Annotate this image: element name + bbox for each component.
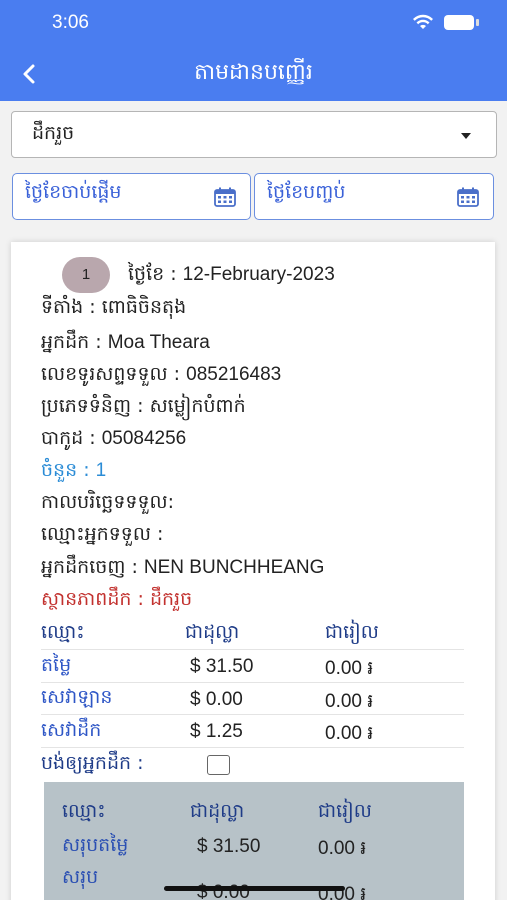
fee-row-usd: $ 31.50 — [190, 656, 254, 677]
wifi-icon — [413, 14, 433, 29]
battery-icon — [444, 15, 474, 30]
status-select-value: ដឹករួច — [32, 122, 75, 144]
table-divider — [41, 649, 464, 650]
barcode-value: 05084256 — [101, 428, 187, 449]
summary-row-usd: $ 0.00 — [197, 882, 250, 900]
status-bar: 3:06 — [0, 0, 507, 48]
fee-row-usd: $ 1.25 — [190, 721, 243, 742]
receive-date-label: កាលបរិច្ឆេទទទួល: — [41, 491, 175, 513]
page-title: តាមដានបញ្ញើរ — [194, 60, 313, 85]
home-indicator — [164, 886, 345, 891]
fee-row-riel: 0.00 ៛ — [325, 658, 374, 679]
fee-row-name: សេវាដឹក — [41, 719, 102, 741]
fees-header-riel: ជារៀល — [325, 621, 379, 643]
carrier-label: អ្នកដឹក : — [41, 331, 108, 353]
type-value: សម្លៀកបំពាក់ — [149, 395, 246, 417]
phone-value: 085216483 — [186, 364, 282, 385]
summary-row-usd: $ 31.50 — [197, 836, 261, 857]
barcode-label: បាកូដ : — [41, 427, 102, 449]
nav-bar: តាមដានបញ្ញើរ — [0, 48, 507, 101]
fees-header-usd: ជាដុល្លា — [185, 621, 240, 643]
fee-row-usd: $ 0.00 — [190, 689, 243, 710]
fee-row-riel: 0.00 ៛ — [325, 723, 374, 744]
phone-label: លេខទូរសព្ទទទួល : — [41, 363, 187, 385]
end-date-placeholder: ថ្ងៃខែបញ្ចប់ — [267, 181, 346, 203]
location-value: ពោធិចិនតុង — [101, 296, 187, 318]
summary-row-riel: 0.00 ៛ — [318, 884, 367, 900]
end-date-field[interactable]: ថ្ងៃខែបញ្ចប់ — [254, 173, 494, 220]
location-label: ទីតាំង : — [41, 296, 102, 318]
pay-to-carrier-label: បង់ឲ្យអ្នកដឹក : — [41, 752, 144, 774]
start-date-field[interactable]: ថ្ងៃខែចាប់ផ្តើម — [12, 173, 251, 220]
table-divider — [41, 714, 464, 715]
summary-header-usd: ជាដុល្លា — [190, 800, 245, 822]
calendar-icon[interactable] — [457, 187, 479, 207]
quantity-label: ចំនួន : — [41, 459, 96, 481]
status-time: 3:06 — [52, 12, 89, 33]
date-label: ថ្ងៃខែ : — [128, 263, 183, 285]
location-row: ទីតាំង : ពោធិចិនតុង — [41, 295, 186, 323]
phone-row: លេខទូរសព្ទទទួល : 085216483 — [41, 362, 281, 390]
quantity-row: ចំនួន : 1 — [41, 458, 106, 486]
delivery-status-value: ដឹករួច — [149, 588, 193, 610]
table-divider — [41, 682, 464, 683]
start-date-placeholder: ថ្ងៃខែចាប់ផ្តើម — [25, 181, 122, 203]
delivery-status-row: ស្ថានភាពដឹក : ដឹករួច — [41, 587, 192, 615]
chevron-down-icon — [461, 133, 471, 139]
battery-tip — [476, 19, 479, 26]
type-label: ប្រភេទទំនិញ : — [41, 395, 150, 417]
receive-date-row: កាលបរិច្ឆេទទទួល: — [41, 490, 174, 518]
sender-label: អ្នកដឹកចេញ : — [41, 556, 144, 578]
fee-row-name: សេវាឡាន — [41, 686, 113, 708]
type-row: ប្រភេទទំនិញ : សម្លៀកបំពាក់ — [41, 394, 246, 422]
summary-row-riel: 0.00 ៛ — [318, 838, 367, 859]
record-index-badge: 1 — [62, 257, 110, 293]
sender-value: NEN BUNCHHEANG — [143, 557, 325, 578]
barcode-row: បាកូដ : 05084256 — [41, 426, 186, 454]
summary-row-name: សរុប — [62, 866, 99, 888]
quantity-value: 1 — [95, 460, 107, 481]
summary-header-name: ឈ្មោះ — [62, 800, 106, 822]
status-select[interactable]: ដឹករួច — [11, 111, 497, 158]
receiver-name-label: ឈ្មោះអ្នកទទួល : — [41, 523, 164, 545]
carrier-row: អ្នកដឹក : Moa Theara — [41, 330, 210, 358]
fee-row-riel: 0.00 ៛ — [325, 691, 374, 712]
fee-row-name: តម្លៃ — [41, 654, 72, 676]
summary-header-riel: ជារៀល — [318, 800, 372, 822]
date-row: ថ្ងៃខែ : 12-February-2023 — [128, 262, 335, 290]
fees-header-name: ឈ្មោះ — [41, 621, 85, 643]
summary-row-name: សរុបតម្លៃ — [62, 834, 129, 856]
carrier-value: Moa Theara — [107, 332, 210, 353]
sender-row: អ្នកដឹកចេញ : NEN BUNCHHEANG — [41, 555, 324, 583]
delivery-status-label: ស្ថានភាពដឹក : — [41, 588, 150, 610]
pay-to-carrier-checkbox[interactable] — [207, 755, 230, 775]
receiver-name-row: ឈ្មោះអ្នកទទួល : — [41, 522, 163, 550]
date-value: 12-February-2023 — [182, 264, 335, 285]
calendar-icon[interactable] — [214, 187, 236, 207]
table-divider — [41, 747, 464, 748]
